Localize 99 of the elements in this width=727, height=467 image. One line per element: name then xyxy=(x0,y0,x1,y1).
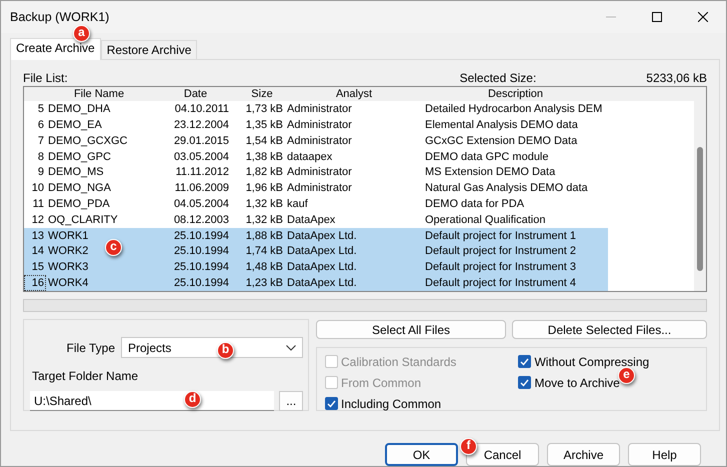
dialog-button[interactable]: OK xyxy=(385,443,458,466)
maximize-icon[interactable] xyxy=(652,12,662,22)
table-cell: Default project for Instrument 2 xyxy=(425,245,576,258)
list-button[interactable]: Select All Files xyxy=(316,320,506,339)
table-cell: DEMO_MS xyxy=(48,166,104,178)
table-cell: 1,38 kB xyxy=(246,150,283,163)
table-cell: 11.11.2012 xyxy=(176,166,229,178)
checkbox-label: Calibration Standards xyxy=(341,354,456,370)
table-cell: 04.05.2004 xyxy=(174,198,229,210)
table-cell: Natural Gas Analysis DEMO data xyxy=(425,182,588,194)
checkbox[interactable] xyxy=(518,355,532,368)
table-cell: Administrator xyxy=(287,118,352,131)
table-cell: 1,73 kB xyxy=(246,103,283,116)
selected-size-value: 5233,06 kB xyxy=(646,70,707,86)
table-cell: Administrator xyxy=(287,134,352,147)
table-cell: 12 xyxy=(32,214,44,226)
checkbox[interactable] xyxy=(325,397,338,410)
table-cell: Administrator xyxy=(287,103,352,116)
field-label: File Type xyxy=(66,340,115,356)
close-icon[interactable] xyxy=(698,12,708,22)
checkbox-label: Move to Archive xyxy=(534,374,620,392)
table-cell: OQ_CLARITY xyxy=(48,214,118,226)
table-cell: 1,23 kB xyxy=(246,277,283,290)
table-cell: 1,48 kB xyxy=(246,261,283,274)
scrollbar-thumb[interactable] xyxy=(697,147,703,271)
table-cell: kauf xyxy=(287,198,308,210)
table-cell: DEMO_PDA xyxy=(48,198,110,210)
table-cell: DataApex xyxy=(287,214,336,226)
table-cell: Elemental Analysis DEMO data xyxy=(425,118,578,131)
table-cell: DEMO_DHA xyxy=(48,103,110,116)
dialog-button[interactable]: Help xyxy=(628,443,701,466)
table-cell: 08.12.2003 xyxy=(174,214,229,226)
table-cell: GCxGC Extension DEMO Data xyxy=(425,134,578,147)
window-title: Backup (WORK1) xyxy=(10,8,110,26)
table-cell: 23.12.2004 xyxy=(174,118,229,131)
table-cell: 13 xyxy=(32,230,44,242)
table-cell: DataApex Ltd. xyxy=(287,261,357,274)
dialog-button[interactable]: Archive xyxy=(547,443,620,466)
table-cell: MS Extension DEMO Data xyxy=(425,166,556,178)
table-cell: WORK4 xyxy=(48,277,88,290)
table-cell: DEMO_EA xyxy=(48,118,102,131)
table-cell: DEMO data GPC module xyxy=(425,150,548,163)
chevron-down-icon xyxy=(286,344,296,350)
table-cell: 1,74 kB xyxy=(246,245,283,258)
table-cell: 7 xyxy=(38,134,44,147)
table-cell: 25.10.1994 xyxy=(174,230,229,242)
table-cell: 1,82 kB xyxy=(246,166,283,178)
table-cell: 15 xyxy=(32,261,44,274)
table-cell: 04.10.2011 xyxy=(174,103,229,116)
table-cell: DEMO_NGA xyxy=(48,182,111,194)
table-cell: DataApex Ltd. xyxy=(287,230,357,242)
table-cell: DEMO_GPC xyxy=(48,150,111,163)
table-cell: Administrator xyxy=(287,166,352,178)
list-button[interactable]: Delete Selected Files... xyxy=(512,320,707,339)
table-cell: 25.10.1994 xyxy=(174,245,229,258)
browse-button[interactable]: ... xyxy=(279,391,303,411)
table-cell: Default project for Instrument 1 xyxy=(425,230,576,242)
table-cell: 1,54 kB xyxy=(246,134,283,147)
horizontal-scrollbar[interactable] xyxy=(23,299,707,312)
table-cell: 14 xyxy=(32,245,44,258)
table-cell: Operational Qualification xyxy=(425,214,546,226)
table-cell: 8 xyxy=(38,150,44,163)
callout-marker: f xyxy=(460,438,477,455)
table-cell: 11 xyxy=(32,198,44,210)
list-label: File List: xyxy=(23,70,68,86)
field-label: Target Folder Name xyxy=(32,368,140,385)
table-cell: 1,32 kB xyxy=(246,198,283,210)
table-cell: WORK2 xyxy=(48,245,88,258)
table-cell: Administrator xyxy=(287,182,352,194)
table-cell: 16 xyxy=(32,277,44,290)
table-cell: 25.10.1994 xyxy=(174,261,229,274)
tab[interactable]: Restore Archive xyxy=(100,40,198,59)
table-cell: dataapex xyxy=(287,150,332,163)
table-cell: 1,88 kB xyxy=(246,230,283,242)
table-cell: 10 xyxy=(32,182,44,194)
table-cell: 1,35 kB xyxy=(246,118,283,131)
table-cell: WORK3 xyxy=(48,261,88,274)
table-cell: 1,32 kB xyxy=(246,214,283,226)
table-cell: 1,96 kB xyxy=(246,182,283,194)
table-cell: DataApex Ltd. xyxy=(287,277,357,290)
tab[interactable]: Create Archive xyxy=(10,38,101,60)
table-cell: 5 xyxy=(38,103,44,116)
table-cell: 11.06.2009 xyxy=(174,182,229,194)
table-cell: 25.10.1994 xyxy=(174,277,229,290)
table-cell: 9 xyxy=(38,166,44,178)
table-cell: DataApex Ltd. xyxy=(287,245,357,258)
checkbox-label: From Common xyxy=(341,374,422,392)
table-cell: 29.01.2015 xyxy=(174,134,229,147)
table-cell: DEMO_GCXGC xyxy=(48,134,128,147)
table-cell: DEMO data for PDA xyxy=(425,198,524,210)
table-cell: Default project for Instrument 3 xyxy=(425,261,576,274)
checkbox[interactable] xyxy=(518,376,532,389)
table-cell: Default project for Instrument 4 xyxy=(425,277,576,290)
table-cell: 6 xyxy=(38,118,44,131)
selected-size-label: Selected Size: xyxy=(460,70,536,86)
table-cell: 03.05.2004 xyxy=(174,150,229,163)
table-cell: WORK1 xyxy=(48,230,88,242)
table-cell: Detailed Hydrocarbon Analysis DEM xyxy=(425,103,602,116)
checkbox-label: Including Common xyxy=(341,396,442,412)
